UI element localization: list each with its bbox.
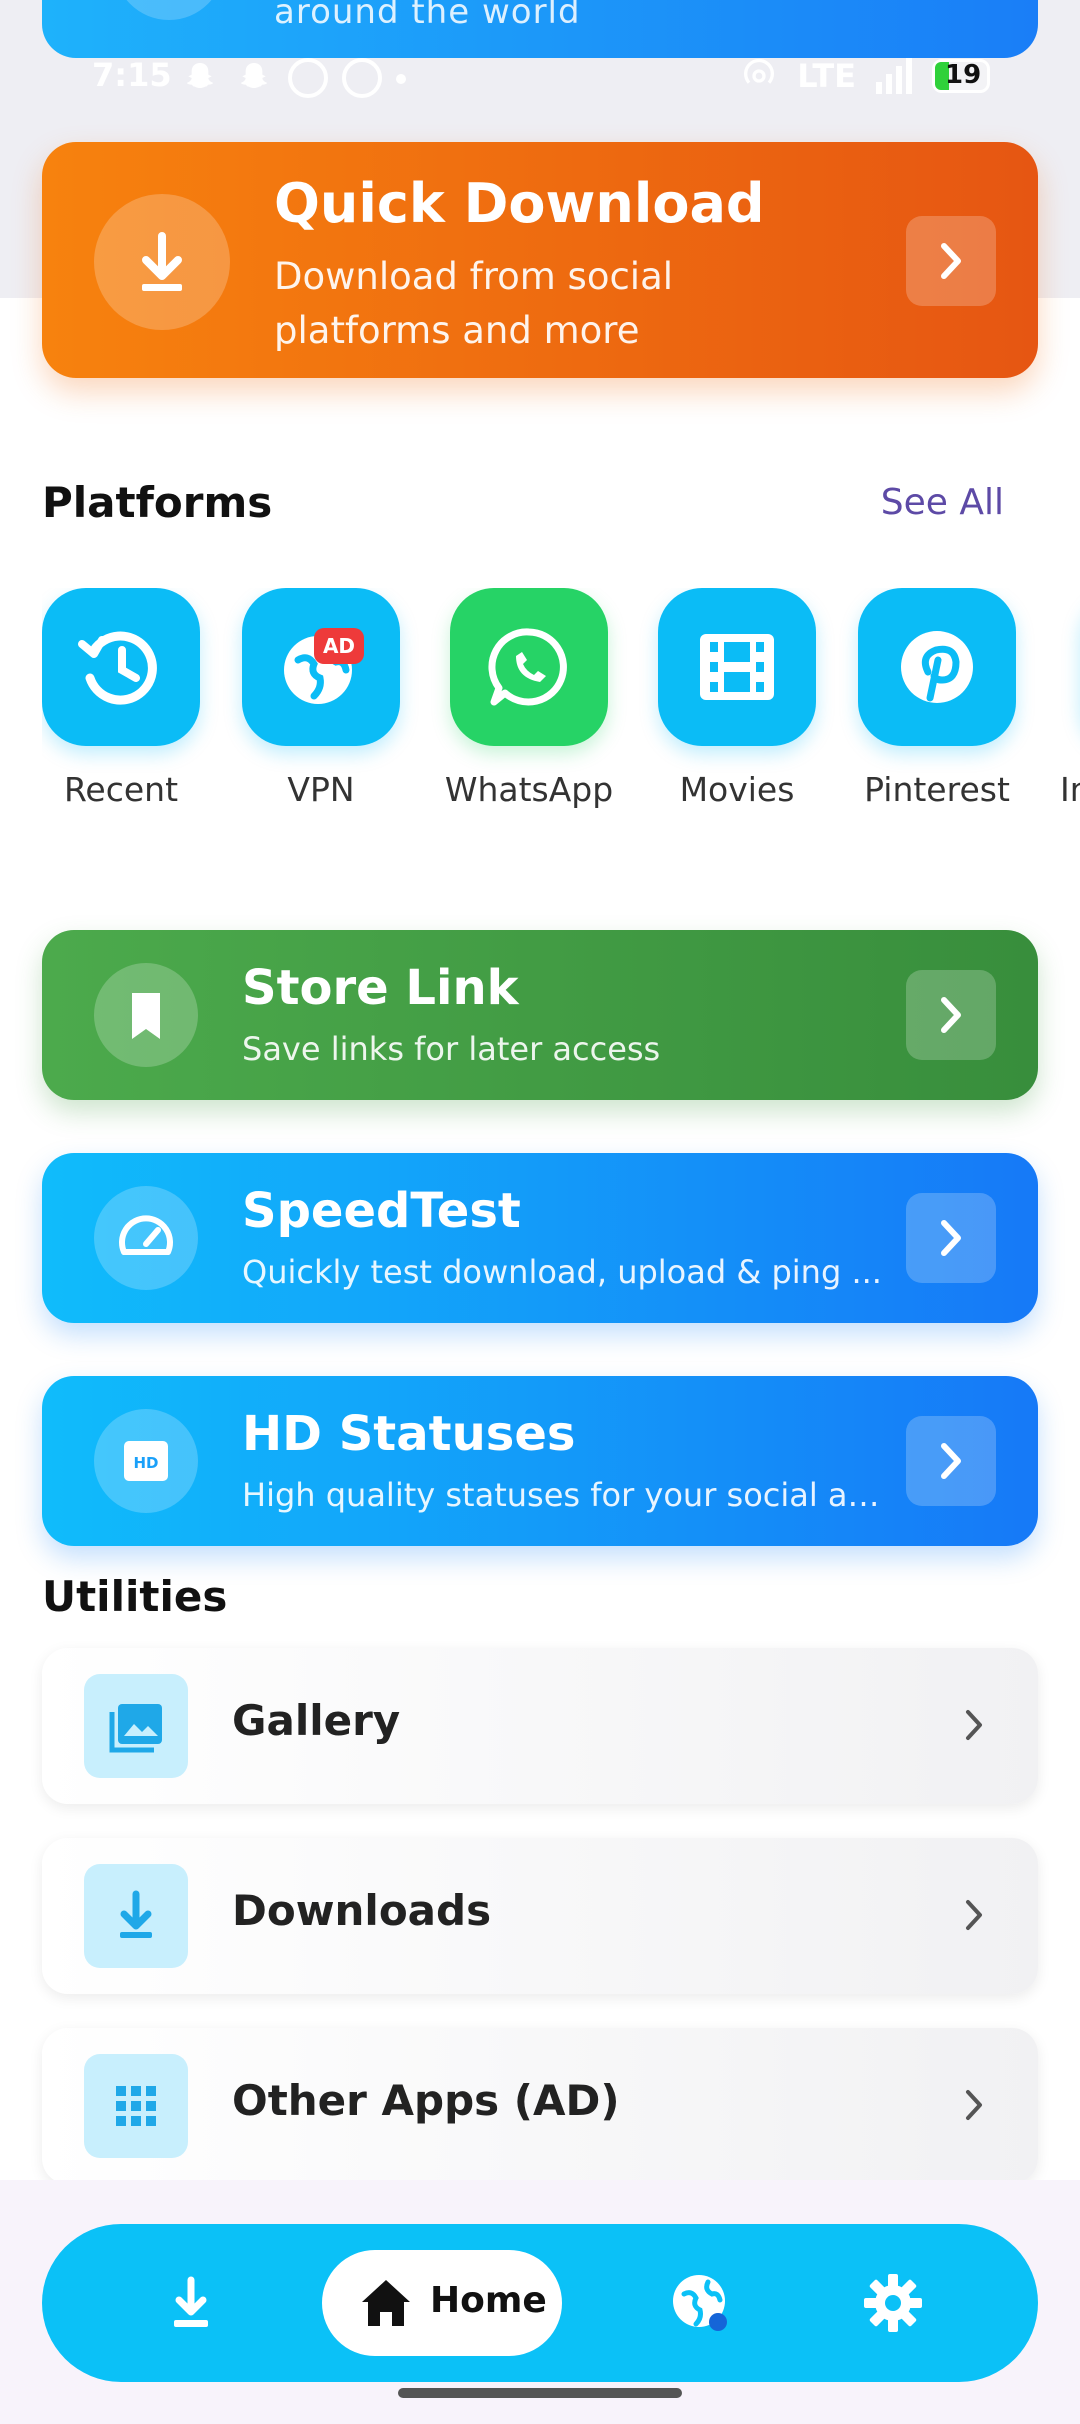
chevron-right-icon	[966, 1710, 982, 1740]
nav-home-button[interactable]: Home	[322, 2250, 562, 2356]
chevron-right-icon	[966, 1900, 982, 1930]
status-time: 7:15	[92, 56, 172, 94]
signal-icon	[876, 58, 912, 94]
store-link-subtitle: Save links for later access	[242, 1030, 661, 1068]
platform-tile	[658, 588, 816, 746]
bookmark-icon	[132, 993, 160, 1039]
platform-label: WhatsApp	[444, 770, 614, 809]
chevron-right-icon	[941, 1443, 961, 1479]
store-link-icon-circle	[94, 963, 198, 1067]
platform-tile: AD	[242, 588, 400, 746]
platform-pinterest[interactable]: Pinterest	[852, 588, 1022, 809]
quick-download-subtitle: Download from social platforms and more	[274, 255, 674, 352]
whatsapp-icon	[488, 628, 567, 706]
platform-movies[interactable]: Movies	[652, 588, 822, 809]
home-icon	[362, 2280, 410, 2326]
speedtest-card[interactable]: SpeedTest Quickly test download, upload …	[42, 1153, 1038, 1323]
download-icon	[142, 232, 182, 291]
home-indicator[interactable]	[398, 2388, 682, 2398]
hd-statuses-title: HD Statuses	[242, 1406, 576, 1462]
nav-download-icon[interactable]	[158, 2270, 224, 2336]
image-icon	[109, 1704, 162, 1753]
nav-settings-icon[interactable]	[860, 2270, 926, 2336]
quick-download-card[interactable]: Quick Download Download from social plat…	[42, 142, 1038, 378]
network-type: LTE	[797, 57, 856, 95]
platform-whatsapp[interactable]: WhatsApp	[444, 588, 614, 809]
see-all-link[interactable]: See All	[881, 482, 1004, 523]
quick-download-icon-circle	[94, 194, 230, 330]
utility-icon-box	[84, 1864, 188, 1968]
platform-tile	[858, 588, 1016, 746]
store-link-title: Store Link	[242, 960, 519, 1016]
facebook-notif-icon	[342, 58, 382, 98]
ad-badge: AD	[314, 628, 364, 664]
platform-label: In	[1060, 770, 1080, 809]
hd-icon: HD	[124, 1441, 168, 1481]
hd-statuses-arrow-button[interactable]	[906, 1416, 996, 1506]
film-icon	[700, 634, 774, 700]
speedtest-title: SpeedTest	[242, 1183, 521, 1239]
nav-globe-icon[interactable]	[668, 2270, 734, 2336]
utility-label: Other Apps (AD)	[232, 2076, 620, 2125]
utility-label: Downloads	[232, 1886, 492, 1935]
platform-label: VPN	[287, 770, 355, 809]
platform-tile	[450, 588, 608, 746]
hotspot-icon	[744, 58, 775, 84]
quick-download-arrow-button[interactable]	[906, 216, 996, 306]
utilities-title: Utilities	[42, 1572, 228, 1621]
platform-recent[interactable]: Recent	[42, 588, 206, 809]
top-card-icon-circle	[114, 0, 224, 20]
status-right: LTE 19	[739, 56, 990, 96]
utility-downloads[interactable]: Downloads	[42, 1838, 1038, 1994]
hd-statuses-card[interactable]: HD HD Statuses High quality statuses for…	[42, 1376, 1038, 1546]
download-icon	[120, 1890, 152, 1938]
battery-level: 19	[945, 60, 982, 90]
svg-text:HD: HD	[133, 1454, 158, 1472]
store-link-card[interactable]: Store Link Save links for later access	[42, 930, 1038, 1100]
top-card-text: around the world	[274, 0, 581, 32]
status-bar: 7:15 LTE 19	[0, 50, 1080, 106]
platform-label: Pinterest	[864, 770, 1010, 809]
quick-download-title: Quick Download	[274, 172, 765, 235]
chevron-right-icon	[941, 1220, 961, 1256]
platform-instagram[interactable]: In	[1060, 588, 1080, 809]
platform-vpn[interactable]: AD VPN	[236, 588, 406, 809]
utility-label: Gallery	[232, 1696, 401, 1745]
utility-other-apps[interactable]: Other Apps (AD)	[42, 2028, 1038, 2184]
notification-icons	[180, 58, 406, 98]
utility-gallery[interactable]: Gallery	[42, 1648, 1038, 1804]
more-notifications-dot	[396, 74, 406, 84]
battery-icon: 19	[932, 59, 990, 93]
speedtest-subtitle: Quickly test download, upload & ping ...	[242, 1253, 882, 1291]
utility-icon-box	[84, 2054, 188, 2158]
utility-icon-box	[84, 1674, 188, 1778]
globe-icon	[284, 636, 352, 704]
platform-tile	[42, 588, 200, 746]
platform-label: Recent	[63, 770, 179, 809]
chevron-right-icon	[966, 2090, 982, 2120]
hd-statuses-icon-circle: HD	[94, 1409, 198, 1513]
nav-home-label: Home	[430, 2280, 547, 2321]
history-icon	[78, 631, 157, 705]
snapchat-icon	[240, 63, 268, 88]
pinterest-icon	[901, 631, 973, 703]
platform-label: Movies	[679, 770, 795, 809]
speedtest-icon-circle	[94, 1186, 198, 1290]
speedtest-arrow-button[interactable]	[906, 1193, 996, 1283]
chevron-right-icon	[941, 997, 961, 1033]
bottom-nav: Home	[42, 2224, 1038, 2382]
grid-icon	[116, 2086, 156, 2126]
platforms-title: Platforms	[42, 478, 273, 527]
snapchat-icon	[186, 63, 214, 88]
speedometer-icon	[119, 1215, 173, 1255]
store-link-arrow-button[interactable]	[906, 970, 996, 1060]
chevron-right-icon	[941, 243, 961, 279]
whatsapp-notif-icon	[288, 58, 328, 98]
platforms-row: Recent AD VPN WhatsApp Movies Pinterest …	[42, 588, 1080, 818]
hd-statuses-subtitle: High quality statuses for your social ap…	[242, 1476, 882, 1514]
